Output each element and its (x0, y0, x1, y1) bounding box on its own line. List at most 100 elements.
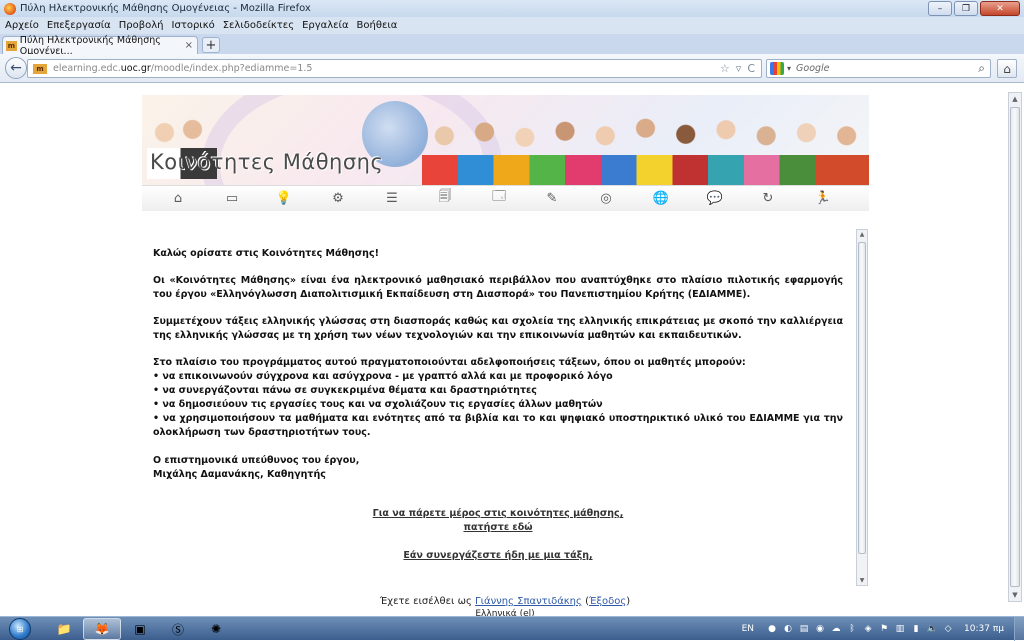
tray-icon[interactable]: ● (766, 623, 778, 635)
tab-active[interactable]: m Πύλη Ηλεκτρονικής Μάθησης Ομογένει... … (2, 35, 198, 57)
menu-bookmarks[interactable]: Σελιδοδείκτες (223, 20, 294, 31)
menu-history[interactable]: Ιστορικό (172, 20, 215, 31)
search-engine-dropdown-icon[interactable]: ▾ (787, 64, 791, 73)
new-tab-button[interactable]: + (202, 37, 220, 53)
frame-scrollbar[interactable]: ▲ ▼ (856, 229, 868, 586)
user-profile-link[interactable]: Γιάννης Σπαντιδάκης (475, 596, 582, 607)
site-favicon-icon: m (6, 40, 17, 51)
menu-help[interactable]: Βοήθεια (357, 20, 398, 31)
tray-icon[interactable]: ◇ (942, 623, 954, 635)
firefox-icon (4, 2, 16, 15)
google-icon[interactable] (770, 62, 784, 75)
program-intro: Στο πλαίσιο του προγράμματος αυτού πραγμ… (153, 357, 746, 368)
clock[interactable]: 10:37 πμ (964, 624, 1004, 634)
media-taskbar-icon[interactable]: ▣ (121, 618, 159, 640)
existing-class-link[interactable]: Εάν συνεργάζεστε ήδη με μια τάξη, (403, 550, 592, 561)
intro-paragraph: Οι «Κοινότητες Μάθησης» είναι ένα ηλεκτρ… (153, 275, 843, 300)
page-scroll-thumb[interactable] (1010, 107, 1020, 587)
gears-icon[interactable]: ⚙ (329, 190, 347, 206)
search-bar[interactable]: ▾ Google ⌕ (766, 59, 991, 78)
windows-taskbar: ⊞ 📁 🦊 ▣ Ⓢ ✺ EN ● ◐ ▤ ◉ ☁ ᛒ ◈ ⚑ ▥ ▮ 🔈 ◇ 1… (0, 616, 1024, 641)
url-bar[interactable]: m elearning.edc. uoc.gr/moodle/index.php?… (27, 59, 762, 78)
scroll-up-icon[interactable]: ▲ (857, 231, 867, 238)
globe-icon[interactable]: 🌐 (652, 190, 670, 206)
skype-taskbar-icon[interactable]: Ⓢ (159, 618, 197, 640)
lifebuoy-icon[interactable]: ◎ (597, 190, 615, 206)
tab-close-icon[interactable]: × (185, 40, 193, 51)
menu-tools[interactable]: Εργαλεία (302, 20, 348, 31)
scroll-down-icon[interactable]: ▼ (857, 577, 867, 584)
system-tray: EN ● ◐ ▤ ◉ ☁ ᛒ ◈ ⚑ ▥ ▮ 🔈 ◇ 10:37 πμ (742, 617, 1024, 641)
logout-paren-close: ) (626, 596, 631, 607)
url-domain: uoc.gr (120, 63, 151, 74)
url-suffix: /moodle/index.php?ediamme=1.5 (150, 63, 313, 74)
start-button[interactable]: ⊞ (3, 617, 37, 641)
battery-icon[interactable]: ▮ (910, 623, 922, 635)
participants-paragraph: Συμμετέχουν τάξεις ελληνικής γλώσσας στη… (153, 316, 843, 341)
bluetooth-icon[interactable]: ᛒ (846, 623, 858, 635)
notes-icon[interactable]: ✎ (543, 190, 561, 206)
search-input[interactable]: Google (796, 63, 830, 74)
banner-nav-icons: ⌂ ▭ 💡 ⚙ ☰ 🗐 🗔 ✎ ◎ 🌐 💬 ↻ 🏃 (142, 185, 869, 211)
tray-icon[interactable]: ◉ (814, 623, 826, 635)
back-button[interactable]: ← (5, 57, 27, 79)
page-scroll-down-icon[interactable]: ▼ (1009, 589, 1021, 601)
documents-icon[interactable]: 🗐 (436, 189, 454, 206)
home-button[interactable]: ⌂ (997, 59, 1017, 78)
flag-icon[interactable]: ⚑ (878, 623, 890, 635)
bullet-item: • να χρησιμοποιήσουν τα μαθήματα και ενό… (153, 413, 843, 438)
browser-icon[interactable]: 🗔 (490, 189, 508, 206)
input-language[interactable]: EN (742, 624, 754, 634)
menu-file[interactable]: Αρχείο (5, 20, 39, 31)
tray-icon[interactable]: ☁ (830, 623, 842, 635)
signature-name: Μιχάλης Δαμανάκης, Καθηγητής (153, 469, 326, 480)
navigation-bar: ← m elearning.edc. uoc.gr/moodle/index.ph… (0, 54, 1024, 83)
reload-icon[interactable]: C (747, 62, 755, 75)
url-bar-icons: ☆ ▿ C (720, 62, 755, 75)
join-communities-link[interactable]: Για να πάρετε μέρος στις κοινότητες μάθη… (373, 508, 624, 519)
chat-icon[interactable]: 💬 (706, 190, 724, 206)
app-taskbar-icon[interactable]: ✺ (197, 618, 235, 640)
bookmark-star-icon[interactable]: ☆ (720, 62, 730, 75)
logout-link[interactable]: Έξοδος (589, 596, 626, 607)
site-banner: Κοινότητες Μάθησης ⌂ ▭ 💡 ⚙ ☰ 🗐 🗔 ✎ ◎ 🌐 💬… (142, 95, 869, 211)
url-dropdown-icon[interactable]: ▿ (736, 62, 742, 75)
menu-bar: Αρχείο Επεξεργασία Προβολή Ιστορικό Σελι… (0, 17, 1024, 34)
tray-icon[interactable]: ◐ (782, 623, 794, 635)
windows-logo-icon: ⊞ (9, 618, 31, 640)
minimize-button[interactable]: – (928, 1, 952, 16)
page-scrollbar[interactable]: ▲ ▼ (1008, 92, 1022, 602)
show-desktop-button[interactable] (1014, 617, 1024, 641)
login-info: Έχετε εισέλθει ως Γιάννης Σπαντιδάκης (Έ… (0, 596, 1010, 607)
click-here-link[interactable]: πατήστε εδώ (464, 522, 533, 533)
search-icon[interactable]: ⌕ (978, 61, 985, 76)
window-title: Πύλη Ηλεκτρονικής Μάθησης Ομογένειας - M… (20, 3, 311, 14)
refresh-icon[interactable]: ↻ (759, 190, 777, 206)
tray-icon[interactable]: ▤ (798, 623, 810, 635)
volume-icon[interactable]: 🔈 (926, 623, 938, 635)
explorer-taskbar-icon[interactable]: 📁 (45, 618, 83, 640)
bullet-item: • να δημοσιεύουν τις εργασίες τους και ν… (153, 399, 603, 410)
close-button[interactable]: ✕ (980, 1, 1020, 16)
menu-edit[interactable]: Επεξεργασία (47, 20, 111, 31)
network-icon[interactable]: ▥ (894, 623, 906, 635)
window-titlebar: Πύλη Ηλεκτρονικής Μάθησης Ομογένειας - M… (0, 0, 1024, 17)
menu-view[interactable]: Προβολή (119, 20, 164, 31)
lightbulb-icon[interactable]: 💡 (275, 190, 293, 206)
exit-icon[interactable]: 🏃 (814, 190, 832, 206)
home-icon[interactable]: ⌂ (169, 190, 187, 206)
tab-strip: m Πύλη Ηλεκτρονικής Μάθησης Ομογένει... … (0, 34, 1024, 57)
page-scroll-up-icon[interactable]: ▲ (1009, 93, 1021, 105)
bullet-item: • να συνεργάζονται πάνω σε συγκεκριμένα … (153, 385, 537, 396)
list-icon[interactable]: ☰ (383, 190, 401, 206)
firefox-taskbar-icon[interactable]: 🦊 (83, 618, 121, 640)
welcome-frame: Καλώς ορίσατε στις Κοινότητες Μάθησης! Ο… (142, 229, 854, 587)
site-identity-icon[interactable]: m (33, 63, 47, 74)
banner-title: Κοινότητες Μάθησης (150, 150, 384, 174)
window-controls: – ❐ ✕ (928, 1, 1020, 16)
tray-icon[interactable]: ◈ (862, 623, 874, 635)
maximize-button[interactable]: ❐ (954, 1, 978, 16)
news-icon[interactable]: ▭ (223, 190, 241, 206)
logged-in-prefix: Έχετε εισέλθει ως (379, 596, 472, 607)
frame-scroll-thumb[interactable] (858, 242, 866, 554)
